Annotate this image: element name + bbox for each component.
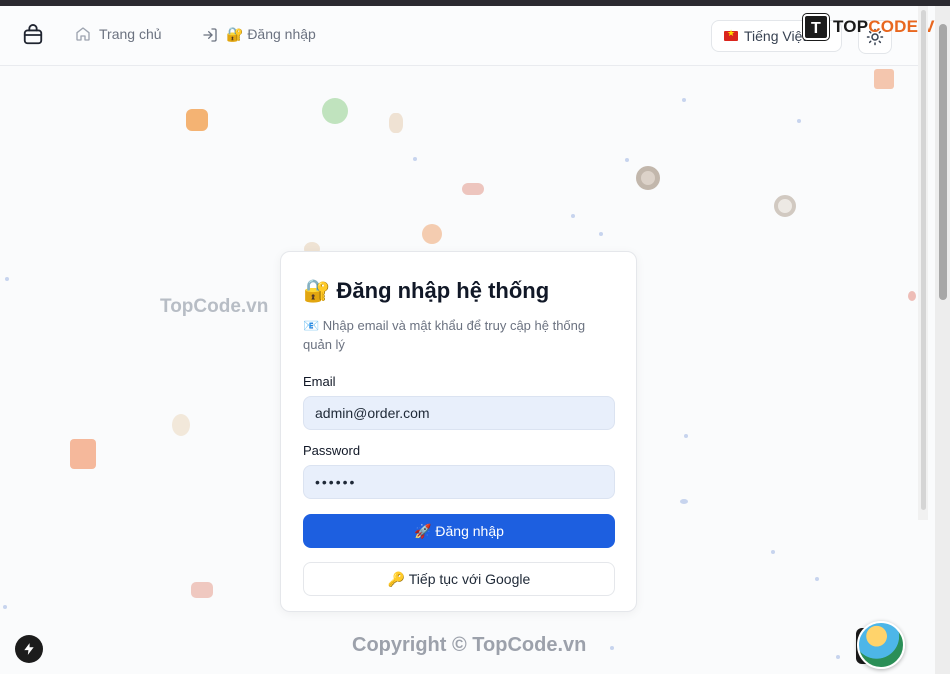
watermark-left: TopCode.vn [160, 296, 269, 317]
watermark-copyright: Copyright © TopCode.vn [352, 634, 587, 656]
window-scrollbar-thumb[interactable] [939, 24, 947, 300]
login-title: 🔐 Đăng nhập hệ thống [303, 278, 550, 303]
login-card: 🔐 Đăng nhập hệ thống 📧 Nhập email và mật… [280, 251, 637, 612]
food-decoration [636, 166, 660, 190]
decorative-dot [836, 655, 840, 659]
shopping-bag-icon[interactable] [22, 24, 44, 46]
decorative-dot [610, 646, 614, 650]
email-label: Email [303, 374, 336, 389]
decorative-dot [684, 434, 688, 438]
login-arrow-icon [203, 27, 217, 42]
decorative-dot [797, 119, 801, 123]
password-label: Password [303, 443, 361, 458]
decorative-dot [413, 157, 417, 161]
decorative-dot [5, 277, 9, 281]
nav-home-link[interactable]: Trang chủ [75, 26, 162, 42]
food-decoration [172, 414, 190, 436]
decorative-dot [682, 98, 686, 102]
password-input[interactable] [303, 465, 615, 499]
nav-login-label: 🔐 Đăng nhập [226, 26, 316, 42]
food-decoration [70, 439, 96, 469]
food-decoration [422, 224, 442, 244]
food-decoration [462, 183, 484, 195]
food-decoration [774, 195, 796, 217]
email-input[interactable] [303, 396, 615, 430]
page-scrollbar-thumb[interactable] [921, 10, 926, 510]
food-decoration [389, 113, 403, 133]
decorative-dot [680, 499, 688, 504]
food-decoration [186, 109, 208, 131]
decorative-dot [571, 214, 575, 218]
decorative-dot [3, 605, 7, 609]
decorative-dot [625, 158, 629, 162]
food-decoration [908, 291, 916, 301]
nav-login-link[interactable]: 🔐 Đăng nhập [202, 26, 316, 43]
decorative-dot [599, 232, 603, 236]
devtools-bolt-button[interactable] [15, 635, 43, 663]
login-submit-button[interactable]: 🚀 Đăng nhập [303, 514, 615, 548]
lightning-icon [24, 643, 34, 655]
avatar[interactable] [857, 621, 905, 669]
app-window: Trang chủ 🔐 Đăng nhập Tiếng Việt [0, 6, 935, 674]
nav-home-label: Trang chủ [99, 26, 162, 42]
google-login-button[interactable]: 🔑 Tiếp tục với Google [303, 562, 615, 596]
decorative-dot [771, 550, 775, 554]
top-navbar: Trang chủ 🔐 Đăng nhập Tiếng Việt [0, 6, 935, 66]
brand-logo-icon: T [803, 14, 829, 40]
decorative-dot [815, 577, 819, 581]
login-description: 📧 Nhập email và mật khẩu để truy cập hệ … [303, 318, 586, 352]
food-decoration [322, 98, 348, 124]
food-decoration [191, 582, 213, 598]
topcode-brand-watermark: T TOPCODE.VN [803, 14, 935, 40]
home-icon [76, 27, 90, 41]
language-label: Tiếng Việt [744, 28, 807, 44]
food-decoration [874, 69, 894, 89]
svg-text:T: T [811, 20, 821, 37]
vietnam-flag-icon [724, 28, 738, 41]
